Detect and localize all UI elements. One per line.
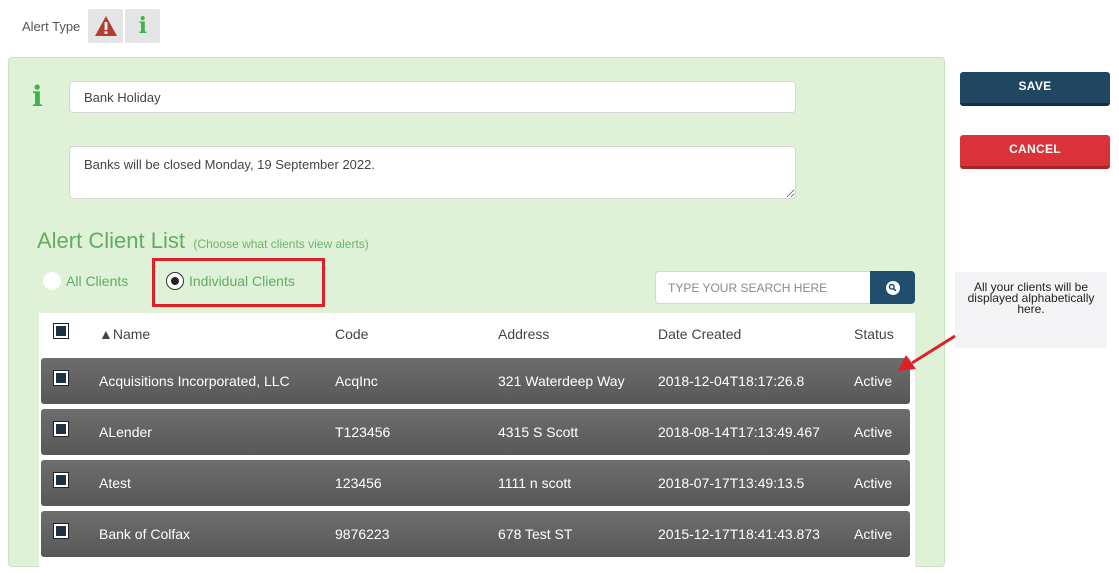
client-list-title: Alert Client List — [37, 228, 185, 253]
cell-status: Active — [854, 424, 893, 440]
warning-type-button[interactable] — [88, 9, 124, 43]
cell-code: 123456 — [335, 475, 382, 491]
all-clients-label: All Clients — [66, 273, 129, 289]
table-row[interactable]: Acquisitions Incorporated, LLC AcqInc 32… — [41, 358, 910, 404]
client-table: ▲Name Code Address Date Created Status A… — [39, 313, 915, 573]
search-input[interactable] — [655, 271, 870, 304]
cell-name: ALender — [99, 424, 152, 440]
select-all-checkbox[interactable] — [53, 323, 69, 339]
cell-name: Acquisitions Incorporated, LLC — [99, 373, 290, 389]
alert-title-input[interactable] — [69, 81, 796, 113]
cell-status: Active — [854, 526, 893, 542]
client-list-heading: Alert Client List (Choose what clients v… — [37, 228, 369, 254]
sort-asc-icon: ▲ — [99, 326, 113, 342]
search-icon — [885, 280, 900, 295]
cancel-button[interactable]: CANCEL — [960, 135, 1110, 169]
alert-type-label: Alert Type — [22, 18, 81, 34]
cell-date: 2018-08-14T17:13:49.467 — [658, 424, 820, 440]
cell-code: AcqInc — [335, 373, 378, 389]
info-icon: i — [32, 80, 43, 113]
cell-address: 1111 n scott — [498, 475, 572, 491]
info-type-button[interactable]: i — [125, 9, 161, 43]
info-icon: i — [138, 13, 147, 39]
all-clients-radio[interactable]: All Clients — [43, 272, 128, 290]
table-header: ▲Name Code Address Date Created Status — [39, 313, 915, 355]
alert-type-selector: Alert Type i — [22, 9, 162, 43]
cell-code: 9876223 — [335, 526, 390, 542]
cell-status: Active — [854, 475, 893, 491]
cell-address: 678 Test ST — [498, 526, 573, 542]
cell-name: Atest — [99, 475, 131, 491]
row-checkbox[interactable] — [53, 523, 69, 539]
row-checkbox[interactable] — [53, 472, 69, 488]
column-header-date[interactable]: Date Created — [658, 326, 741, 342]
radio-unchecked[interactable] — [43, 272, 61, 290]
cell-name: Bank of Colfax — [99, 526, 191, 542]
search-button[interactable] — [870, 271, 915, 304]
cell-date: 2018-12-04T18:17:26.8 — [658, 373, 805, 389]
warning-icon — [94, 16, 117, 36]
table-row[interactable]: ALender T123456 4315 S Scott 2018-08-14T… — [41, 409, 910, 455]
highlight-box — [152, 258, 325, 307]
row-checkbox[interactable] — [53, 370, 69, 386]
alert-message-textarea[interactable]: Banks will be closed Monday, 19 Septembe… — [69, 146, 796, 199]
table-row[interactable]: Bank of Colfax 9876223 678 Test ST 2015-… — [41, 511, 910, 557]
cell-address: 4315 S Scott — [498, 424, 579, 440]
column-header-code[interactable]: Code — [335, 326, 368, 342]
cell-date: 2018-07-17T13:49:13.5 — [658, 475, 805, 491]
save-button[interactable]: SAVE — [960, 72, 1110, 106]
alert-form-panel: i Banks will be closed Monday, 19 Septem… — [8, 57, 945, 573]
cell-status: Active — [854, 373, 893, 389]
row-checkbox[interactable] — [53, 421, 69, 437]
cell-code: T123456 — [335, 424, 391, 440]
column-header-address[interactable]: Address — [498, 326, 549, 342]
cell-address: 321 Waterdeep Way — [498, 373, 625, 389]
table-row[interactable]: Atest 123456 1111 n scott 2018-07-17T13:… — [41, 460, 910, 506]
search-bar — [655, 271, 915, 304]
column-header-name[interactable]: ▲Name — [99, 326, 150, 342]
annotation-note: All your clients will be displayed alpha… — [955, 272, 1107, 348]
column-header-status[interactable]: Status — [854, 326, 894, 342]
client-list-subtitle: (Choose what clients view alerts) — [193, 237, 369, 251]
cell-date: 2015-12-17T18:41:43.873 — [658, 526, 820, 542]
